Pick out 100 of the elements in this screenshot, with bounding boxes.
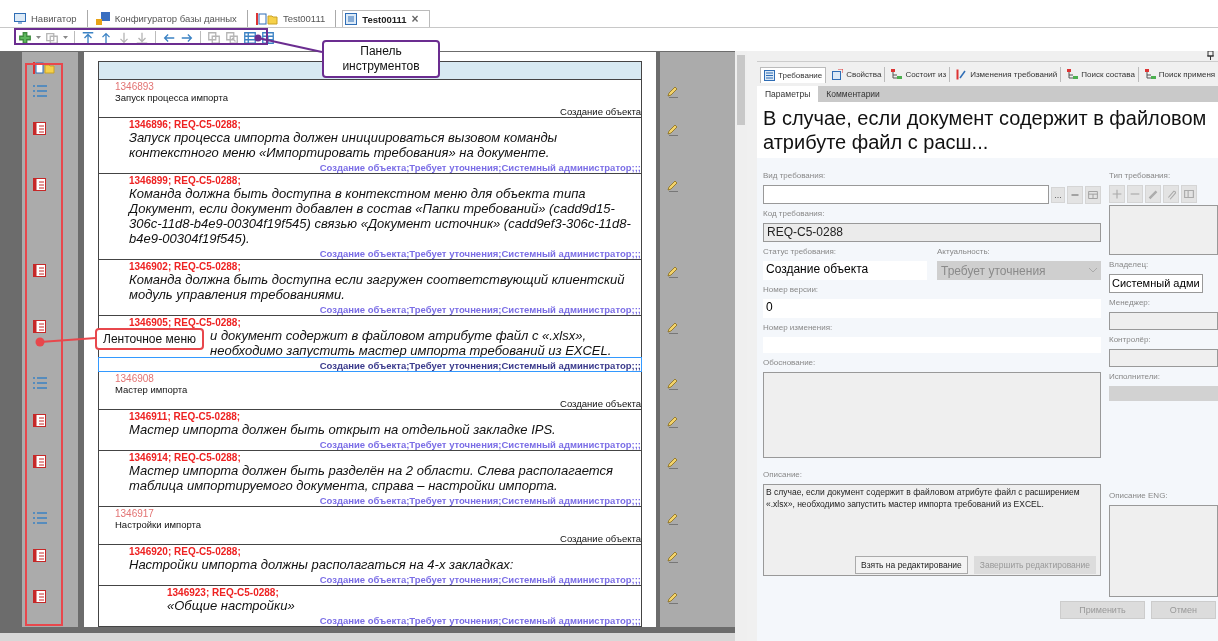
details-tab[interactable]: Требование: [760, 66, 827, 83]
arrow-right-icon[interactable]: [180, 31, 194, 45]
arrow-top-icon[interactable]: [81, 31, 95, 45]
requirement-id: 1346920; REQ-C5-0288;: [129, 546, 242, 557]
field-label: Номер версии:: [763, 285, 820, 296]
document-tab[interactable]: Конфигуратор базы данных: [93, 10, 248, 27]
requirement-attributes: Создание объекта;Требует уточнения;Системный администратор;;;: [319, 360, 641, 371]
field-label: Обоснование:: [763, 358, 817, 369]
field-label: Менеджер:: [1109, 298, 1152, 309]
pencil-icon[interactable]: [667, 379, 679, 390]
edit-button[interactable]: Взять на редактирование: [855, 556, 968, 574]
controller-field[interactable]: [1109, 349, 1218, 367]
status-field[interactable]: Создание объекта: [763, 261, 927, 280]
document-tab[interactable]: Test00111: [253, 10, 337, 27]
database-icon: [95, 12, 110, 25]
section-id: 1346893: [115, 81, 155, 92]
document-tab[interactable]: Навигатор: [12, 10, 88, 27]
document-icon[interactable]: [33, 414, 46, 427]
owner-field[interactable]: Системный адми: [1109, 274, 1203, 293]
list-icon[interactable]: [33, 377, 47, 389]
pencil-icon[interactable]: [667, 514, 679, 525]
document-icon[interactable]: [33, 178, 46, 191]
pencil-icon[interactable]: [667, 125, 679, 136]
chevron-down-icon: [1089, 268, 1097, 273]
requirement-attributes: Создание объекта;Требует уточнения;Системный администратор;;;: [319, 162, 641, 173]
pencil-icon[interactable]: [667, 593, 679, 604]
field-label: Номер изменения:: [763, 323, 834, 334]
section-status: Создание объекта: [559, 533, 641, 544]
pencil-icon[interactable]: [667, 458, 679, 469]
pencil-icon[interactable]: [667, 417, 679, 428]
pencil-icon[interactable]: [667, 267, 679, 278]
requirement-attributes: Создание объекта;Требует уточнения;Системный администратор;;;: [319, 574, 641, 585]
requirement-text: Мастер импорта должен быть открыт на отдельной закладке IPS.: [129, 422, 557, 437]
requirement-attributes: Создание объекта;Требует уточнения;Системный администратор;;;: [319, 439, 641, 450]
document-icon[interactable]: [33, 549, 46, 562]
document-icon[interactable]: [33, 264, 46, 277]
table-icon[interactable]: [243, 31, 257, 45]
arrow-up-icon[interactable]: [99, 31, 113, 45]
version-field[interactable]: 0: [763, 299, 1101, 318]
requirement-attributes: Создание объекта;Требует уточнения;Системный администратор;;;: [319, 304, 641, 315]
properties-icon: [832, 69, 844, 80]
section-title: Мастер импорта: [115, 384, 189, 395]
details-tab[interactable]: Поиск применя: [1141, 67, 1218, 82]
list-icon[interactable]: [33, 85, 47, 97]
justification-field[interactable]: [763, 372, 1101, 458]
requirement-text: Запуск процесса импорта должен инициироваться вызовом команды контекстного меню «Импортировать требования» на документе.: [129, 130, 559, 160]
arrow-left-icon[interactable]: [162, 31, 176, 45]
description-eng-field[interactable]: [1109, 505, 1218, 597]
requirement-attributes: Создание объекта;Требует уточнения;Системный администратор;;;: [319, 248, 641, 259]
caret-icon[interactable]: [36, 36, 41, 40]
field-label: Тип требования:: [1109, 171, 1172, 182]
section-title: Запуск процесса импорта: [115, 92, 229, 103]
browse-button[interactable]: ...: [1051, 186, 1065, 203]
executors-field[interactable]: [1109, 386, 1218, 401]
field-label: Описание ENG:: [1109, 491, 1169, 502]
requirement-id: 1346911; REQ-C5-0288;: [129, 411, 242, 422]
list-icon[interactable]: [33, 512, 47, 524]
pencil-icon[interactable]: [667, 181, 679, 192]
tree-icon: [891, 69, 903, 80]
description-field[interactable]: В случае, если документ содержит в файловом атрибуте файл с расширением «.xlsx», необходимо запустить мастер импорта требований из EXCEL.: [764, 485, 1100, 511]
subtab[interactable]: Комментарии: [818, 86, 888, 102]
document-icon[interactable]: [33, 455, 46, 468]
pencil-icon[interactable]: [667, 552, 679, 563]
leader-line: [35, 337, 97, 347]
pencil-icon[interactable]: [667, 323, 679, 334]
pin-icon[interactable]: [1207, 51, 1214, 60]
pencil-icon[interactable]: [667, 87, 679, 98]
document-icon[interactable]: [33, 320, 46, 333]
document-tab[interactable]: Test00111 ×: [342, 10, 430, 27]
document-icon: [345, 13, 358, 25]
requirement-text: Настройки импорта должны располагаться на 4-х закладках:: [129, 557, 515, 572]
section-id: 1346917: [115, 508, 155, 519]
monitor-icon: [14, 13, 26, 24]
minus-icon[interactable]: [1067, 185, 1083, 204]
document-folder-icon: [33, 62, 55, 74]
subtab[interactable]: Параметры: [757, 86, 819, 102]
document-icon: [764, 69, 775, 81]
vertical-scrollbar[interactable]: [735, 51, 747, 641]
details-tab[interactable]: Свойства: [829, 67, 886, 82]
requirement-id: 1346902; REQ-C5-0288;: [129, 261, 242, 272]
plus-icon[interactable]: [18, 31, 32, 45]
requirement-id: 1346914; REQ-C5-0288;: [129, 452, 242, 463]
document-icon[interactable]: [33, 590, 46, 603]
tree-icon: [1067, 69, 1079, 80]
details-tab[interactable]: Поиск состава: [1064, 67, 1139, 82]
horizontal-scrollbar[interactable]: [0, 633, 735, 641]
details-tab[interactable]: Состоит из: [888, 67, 951, 82]
close-button[interactable]: ×: [411, 12, 419, 26]
field-label: Статус требования:: [763, 247, 838, 258]
table-icon[interactable]: [261, 31, 275, 45]
document-icon[interactable]: [33, 122, 46, 135]
requirement-type-list[interactable]: [1109, 205, 1218, 255]
section-status: Создание объекта: [559, 398, 641, 409]
requirement-id: 1346923; REQ-C5-0288;: [167, 587, 280, 598]
details-tab[interactable]: Изменения требований: [953, 67, 1062, 82]
requirement-kind-field[interactable]: [763, 185, 1049, 204]
caret-icon[interactable]: [63, 36, 68, 40]
field-label: Вид требования:: [763, 171, 827, 182]
requirement-text: «Общие настройки»: [167, 598, 296, 613]
manager-field[interactable]: [1109, 312, 1218, 330]
